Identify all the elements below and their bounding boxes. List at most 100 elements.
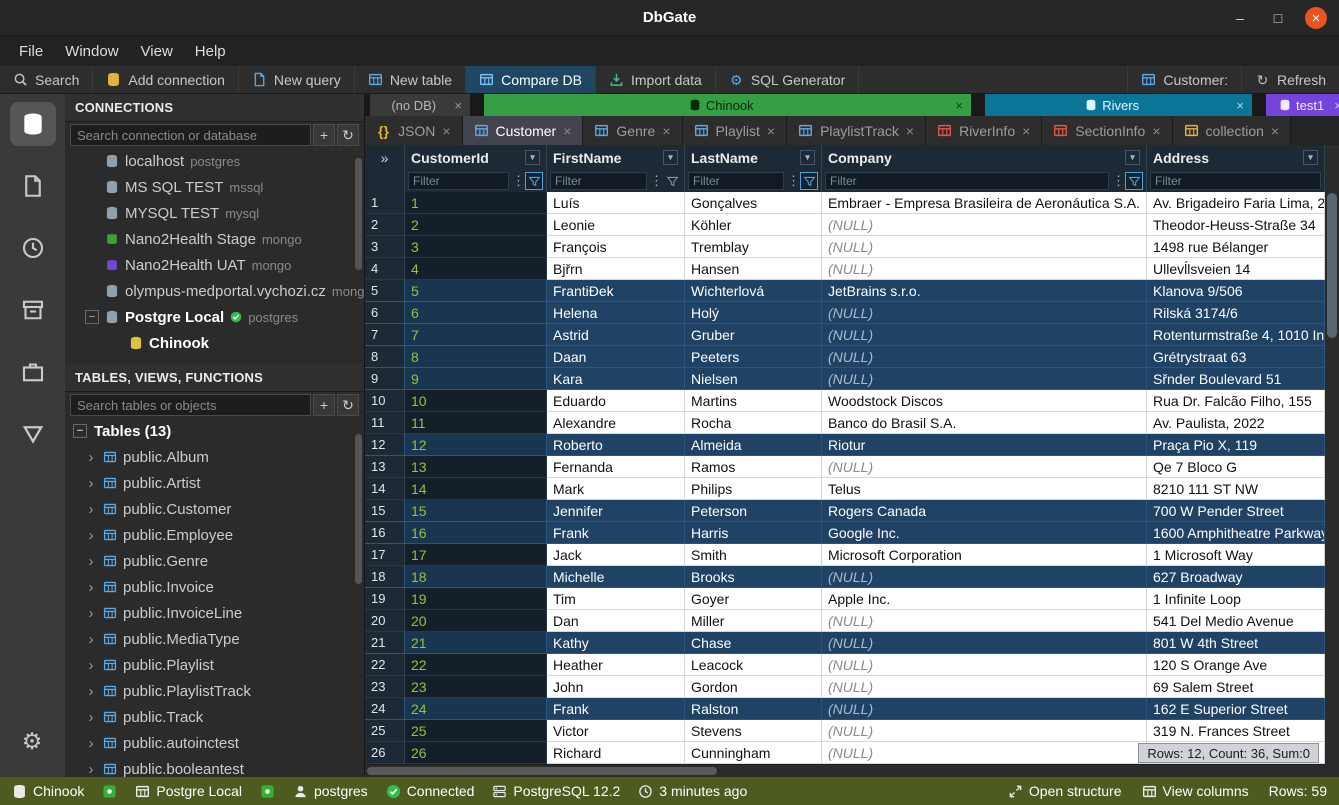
toolbar-new-query[interactable]: New query bbox=[239, 66, 355, 93]
cell-firstname[interactable]: Helena bbox=[547, 302, 685, 324]
cell-firstname[interactable]: Roberto bbox=[547, 434, 685, 456]
chevron-down-icon[interactable]: ▾ bbox=[663, 150, 678, 165]
table-row[interactable]: 22LeonieKöhler(NULL)Theodor-Heuss-Straße… bbox=[365, 214, 1325, 236]
chevron-right-icon[interactable]: › bbox=[85, 553, 97, 570]
status-rows-59[interactable]: Rows: 59 bbox=[1269, 783, 1327, 799]
cell-firstname[interactable]: Alexandre bbox=[547, 412, 685, 434]
nav-filter-nav-icon[interactable] bbox=[10, 412, 56, 456]
cell-customerid[interactable]: 15 bbox=[405, 500, 547, 522]
cell-firstname[interactable]: John bbox=[547, 676, 685, 698]
db-tab-test1[interactable]: test1× bbox=[1266, 94, 1339, 116]
cell-lastname[interactable]: Martins bbox=[685, 390, 822, 412]
cell-customerid[interactable]: 5 bbox=[405, 280, 547, 302]
cell-company[interactable]: (NULL) bbox=[822, 676, 1147, 698]
menu-help[interactable]: Help bbox=[184, 39, 237, 64]
cell-firstname[interactable]: Victor bbox=[547, 720, 685, 742]
close-icon[interactable]: × bbox=[1271, 123, 1279, 139]
tables-search-input[interactable] bbox=[70, 394, 311, 416]
toolbar-sql-generator[interactable]: ⚙SQL Generator bbox=[716, 66, 859, 93]
filter-input-customerid[interactable] bbox=[408, 172, 509, 190]
table-row[interactable]: 1818MichelleBrooks(NULL)627 Broadway bbox=[365, 566, 1325, 588]
cell-customerid[interactable]: 26 bbox=[405, 742, 547, 764]
cell-customerid[interactable]: 25 bbox=[405, 720, 547, 742]
cell-firstname[interactable]: Heather bbox=[547, 654, 685, 676]
cell-address[interactable]: 1498 rue Bélanger bbox=[1147, 236, 1325, 258]
close-icon[interactable]: × bbox=[1236, 98, 1244, 113]
cell-address[interactable]: Theodor-Heuss-Straße 34 bbox=[1147, 214, 1325, 236]
table-item-public-invoiceline[interactable]: ›public.InvoiceLine bbox=[65, 600, 364, 626]
table-row[interactable]: 1919TimGoyerApple Inc.1 Infinite Loop bbox=[365, 588, 1325, 610]
tab-riverinfo[interactable]: RiverInfo× bbox=[926, 116, 1042, 145]
chevron-right-icon[interactable]: › bbox=[85, 631, 97, 648]
table-row[interactable]: 77AstridGruber(NULL)Rotenturmstraße 4, 1… bbox=[365, 324, 1325, 346]
status-3-minutes-ago[interactable]: 3 minutes ago bbox=[638, 783, 747, 799]
nav-database-nav-icon[interactable] bbox=[10, 102, 56, 146]
filter-funnel-icon[interactable] bbox=[525, 172, 543, 190]
connection-ms-sql-test[interactable]: −MS SQL TESTmssql bbox=[65, 174, 364, 200]
cell-customerid[interactable]: 4 bbox=[405, 258, 547, 280]
cell-address[interactable]: Qe 7 Bloco G bbox=[1147, 456, 1325, 478]
cell-firstname[interactable]: Michelle bbox=[547, 566, 685, 588]
grid-corner-button[interactable]: » bbox=[365, 145, 405, 170]
status-connected[interactable]: Connected bbox=[386, 783, 475, 799]
cell-lastname[interactable]: Goyer bbox=[685, 588, 822, 610]
cell-customerid[interactable]: 12 bbox=[405, 434, 547, 456]
cell-address[interactable]: 1 Microsoft Way bbox=[1147, 544, 1325, 566]
cell-customerid[interactable]: 24 bbox=[405, 698, 547, 720]
status-indicator[interactable] bbox=[260, 783, 275, 799]
cell-company[interactable]: (NULL) bbox=[822, 236, 1147, 258]
tables-scrollbar[interactable] bbox=[355, 434, 362, 584]
cell-address[interactable]: Praça Pio X, 119 bbox=[1147, 434, 1325, 456]
table-item-public-customer[interactable]: ›public.Customer bbox=[65, 496, 364, 522]
status-postgre-local[interactable]: Postgre Local bbox=[135, 783, 242, 799]
table-row[interactable]: 2121KathyChase(NULL)801 W 4th Street bbox=[365, 632, 1325, 654]
toolbar-customer[interactable]: Customer: bbox=[1127, 66, 1241, 93]
cell-firstname[interactable]: Kara bbox=[547, 368, 685, 390]
table-row[interactable]: 2424FrankRalston(NULL)162 E Superior Str… bbox=[365, 698, 1325, 720]
horizontal-scrollbar-thumb[interactable] bbox=[367, 767, 717, 775]
cell-customerid[interactable]: 22 bbox=[405, 654, 547, 676]
table-item-public-autoinctest[interactable]: ›public.autoinctest bbox=[65, 730, 364, 756]
toolbar-add-connection[interactable]: Add connection bbox=[93, 66, 239, 93]
table-row[interactable]: 1717JackSmithMicrosoft Corporation1 Micr… bbox=[365, 544, 1325, 566]
filter-input-address[interactable] bbox=[1150, 172, 1321, 190]
cell-firstname[interactable]: Jennifer bbox=[547, 500, 685, 522]
cell-customerid[interactable]: 11 bbox=[405, 412, 547, 434]
cell-lastname[interactable]: Holý bbox=[685, 302, 822, 324]
cell-address[interactable]: Grétrystraat 63 bbox=[1147, 346, 1325, 368]
cell-lastname[interactable]: Cunningham bbox=[685, 742, 822, 764]
nav-file-nav-icon[interactable] bbox=[10, 164, 56, 208]
cell-address[interactable]: 319 N. Frances Street bbox=[1147, 720, 1325, 742]
cell-address[interactable]: 162 E Superior Street bbox=[1147, 698, 1325, 720]
cell-company[interactable]: Rogers Canada bbox=[822, 500, 1147, 522]
menu-window[interactable]: Window bbox=[54, 39, 129, 64]
chevron-right-icon[interactable]: › bbox=[85, 605, 97, 622]
toolbar-compare-db[interactable]: Compare DB bbox=[466, 66, 596, 93]
column-header-address[interactable]: Address▾ bbox=[1147, 145, 1325, 170]
status-view-columns[interactable]: View columns bbox=[1142, 783, 1249, 799]
table-item-public-booleantest[interactable]: ›public.booleantest bbox=[65, 756, 364, 777]
table-row[interactable]: 11LuísGonçalvesEmbraer - Empresa Brasile… bbox=[365, 192, 1325, 214]
table-item-public-artist[interactable]: ›public.Artist bbox=[65, 470, 364, 496]
filter-menu-icon[interactable]: ⋮ bbox=[650, 173, 660, 189]
filter-input-firstname[interactable] bbox=[550, 172, 647, 190]
cell-lastname[interactable]: Peterson bbox=[685, 500, 822, 522]
cell-address[interactable]: 801 W 4th Street bbox=[1147, 632, 1325, 654]
chevron-down-icon[interactable]: ▾ bbox=[1125, 150, 1140, 165]
cell-firstname[interactable]: Bjřrn bbox=[547, 258, 685, 280]
connection-nano2health-stage[interactable]: −Nano2Health Stagemongo bbox=[65, 226, 364, 252]
filter-menu-icon[interactable]: ⋮ bbox=[1112, 173, 1122, 189]
table-item-public-album[interactable]: ›public.Album bbox=[65, 444, 364, 470]
cell-address[interactable]: 1600 Amphitheatre Parkway bbox=[1147, 522, 1325, 544]
cell-lastname[interactable]: Ralston bbox=[685, 698, 822, 720]
tab-playlisttrack[interactable]: PlaylistTrack× bbox=[787, 116, 926, 145]
toolbar-new-table[interactable]: New table bbox=[355, 66, 466, 93]
cell-address[interactable]: Ullevĺlsveien 14 bbox=[1147, 258, 1325, 280]
cell-lastname[interactable]: Stevens bbox=[685, 720, 822, 742]
cell-lastname[interactable]: Wichterlová bbox=[685, 280, 822, 302]
cell-company[interactable]: (NULL) bbox=[822, 346, 1147, 368]
chevron-down-icon[interactable]: ▾ bbox=[525, 150, 540, 165]
cell-company[interactable]: (NULL) bbox=[822, 632, 1147, 654]
connection-postgre-local[interactable]: −Postgre Localpostgres bbox=[65, 304, 364, 330]
cell-company[interactable]: (NULL) bbox=[822, 324, 1147, 346]
